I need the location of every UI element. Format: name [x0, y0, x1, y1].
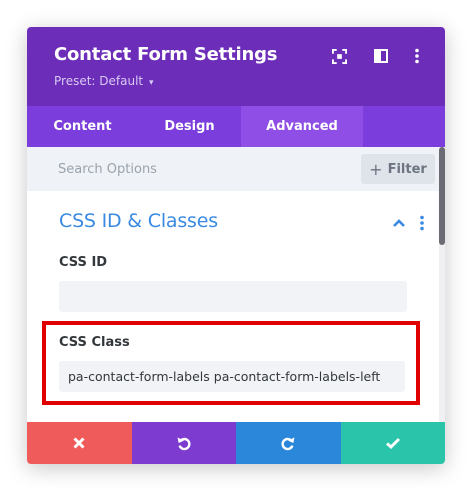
undo-icon — [177, 437, 191, 451]
undo-button[interactable] — [131, 422, 236, 464]
preset-label: Preset: Default — [54, 74, 144, 88]
modal-header: Contact Form Settings Preset: Default ▾ — [27, 27, 445, 106]
search-input[interactable]: Search Options — [58, 147, 157, 191]
section-more-icon[interactable] — [414, 215, 430, 231]
save-button[interactable] — [340, 422, 445, 464]
section-title[interactable]: CSS ID & Classes — [59, 210, 218, 232]
more-vertical-icon[interactable] — [408, 47, 426, 65]
redo-button[interactable] — [236, 422, 341, 464]
tab-bar: Content Design Advanced — [27, 106, 445, 147]
action-footer — [27, 422, 445, 464]
css-id-input[interactable] — [59, 281, 407, 312]
settings-modal: Contact Form Settings Preset: Default ▾ — [27, 27, 445, 464]
filter-label: Filter — [387, 161, 427, 177]
css-id-label: CSS ID — [59, 255, 108, 270]
focus-icon[interactable] — [330, 47, 348, 65]
tab-advanced[interactable]: Advanced — [241, 106, 363, 147]
tab-content[interactable]: Content — [27, 106, 138, 147]
highlight-box — [42, 321, 420, 405]
plus-icon: + — [369, 159, 383, 179]
redo-icon — [281, 437, 295, 451]
modal-title: Contact Form Settings — [54, 44, 278, 65]
close-icon — [73, 437, 85, 449]
split-view-icon[interactable] — [372, 47, 390, 65]
tab-design[interactable]: Design — [138, 106, 241, 147]
chevron-up-icon[interactable] — [391, 215, 407, 231]
search-bar: Search Options + Filter — [27, 147, 439, 191]
scrollbar-thumb[interactable] — [439, 147, 445, 245]
preset-caret-icon: ▾ — [148, 78, 154, 88]
preset-selector[interactable]: Preset: Default ▾ — [54, 74, 153, 88]
cancel-button[interactable] — [27, 422, 132, 464]
check-icon — [385, 437, 400, 450]
filter-button[interactable]: + Filter — [361, 154, 435, 184]
